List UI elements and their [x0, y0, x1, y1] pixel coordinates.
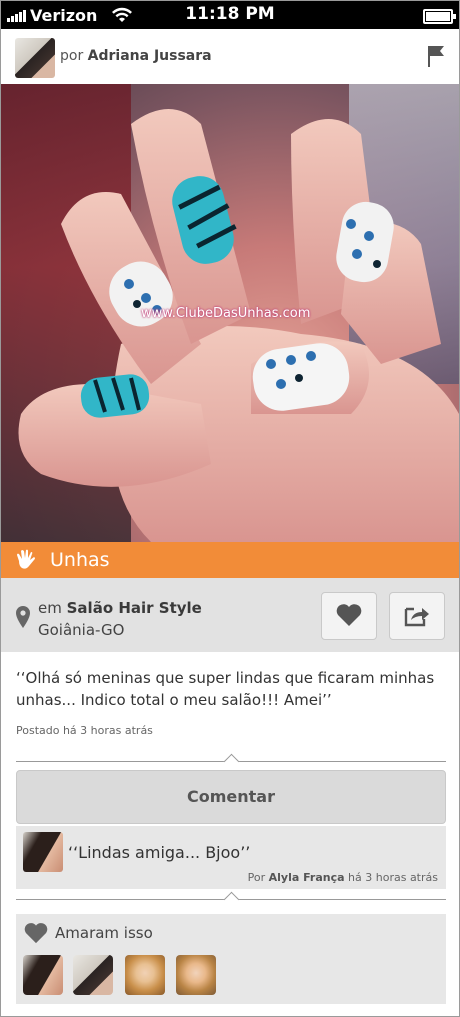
post-text: ‘‘Olhá só meninas que super lindas que f… — [16, 669, 435, 709]
liker-avatar-4[interactable] — [176, 955, 216, 995]
likes-section: Amaram isso — [16, 914, 446, 1004]
divider-notch — [223, 891, 240, 908]
author-name[interactable]: Adriana Jussara — [88, 48, 212, 64]
like-button[interactable] — [321, 592, 377, 640]
battery-icon — [423, 9, 456, 24]
likes-label: Amaram isso — [55, 924, 153, 942]
divider-notch — [223, 753, 240, 770]
commenter-name[interactable]: Alyla França — [269, 871, 345, 884]
comment-item: ‘‘Lindas amiga... Bjoo’’ Por Alyla Franç… — [16, 826, 446, 889]
liker-avatar-3[interactable] — [125, 955, 165, 995]
app-frame: Verizon 11:18 PM por Adriana Jussara www… — [0, 0, 460, 1017]
location-pin-icon — [16, 606, 30, 628]
byline-prefix: por — [60, 48, 84, 64]
heart-icon — [336, 604, 362, 626]
commenter-avatar[interactable] — [23, 832, 63, 872]
liker-avatar-1[interactable] — [23, 955, 63, 995]
post-header: por Adriana Jussara — [1, 29, 459, 85]
author-avatar[interactable] — [15, 38, 55, 78]
status-bar: Verizon 11:18 PM — [1, 1, 459, 29]
location-prefix: em — [38, 599, 62, 617]
location-text[interactable]: em Salão Hair Style Goiânia-GO — [38, 597, 202, 641]
flag-icon[interactable] — [427, 45, 445, 67]
share-icon — [404, 607, 429, 627]
share-button[interactable] — [389, 592, 445, 640]
author-byline: por Adriana Jussara — [60, 48, 212, 64]
comment-text: ‘‘Lindas amiga... Bjoo’’ — [68, 843, 251, 862]
location-bar: em Salão Hair Style Goiânia-GO — [1, 578, 459, 652]
liker-avatar-2[interactable] — [73, 955, 113, 995]
photo-watermark: www.ClubeDasUnhas.com — [141, 306, 311, 321]
hand-icon — [17, 549, 35, 569]
city-name: Goiânia-GO — [38, 621, 125, 639]
comment-time: há 3 horas atrás — [348, 871, 438, 884]
post-timestamp: Postado há 3 horas atrás — [16, 724, 153, 737]
comment-meta: Por Alyla França há 3 horas atrás — [248, 871, 438, 884]
salon-name[interactable]: Salão Hair Style — [67, 599, 202, 617]
heart-icon — [24, 923, 48, 944]
comment-button[interactable]: Comentar — [16, 770, 446, 824]
post-photo[interactable]: www.ClubeDasUnhas.com — [1, 84, 459, 542]
category-label: Unhas — [50, 549, 110, 571]
comment-by-prefix: Por — [247, 871, 266, 884]
clock: 11:18 PM — [185, 4, 275, 24]
category-bar[interactable]: Unhas — [1, 542, 459, 578]
